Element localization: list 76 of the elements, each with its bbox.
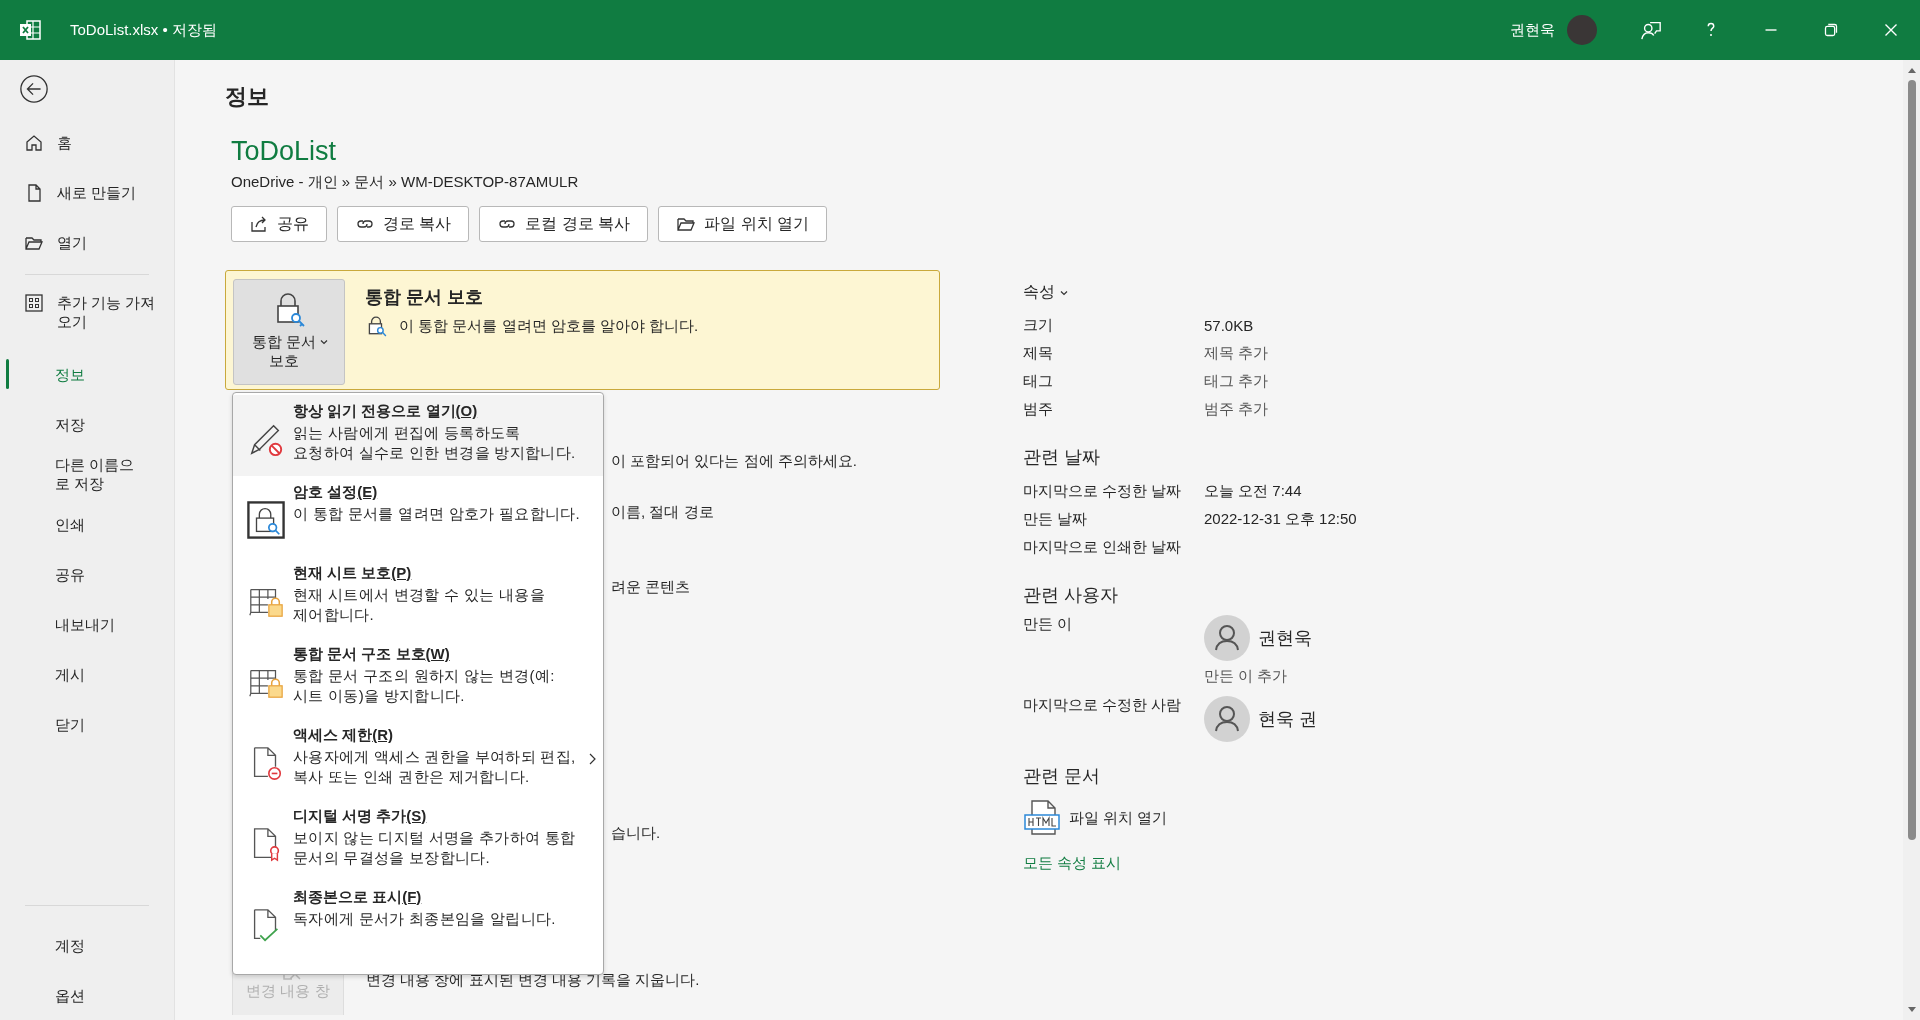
property-label: 마지막으로 인쇄한 날짜 (1023, 537, 1183, 557)
html-file-icon (1023, 798, 1063, 838)
description-text: 이름, 절대 경로 (611, 503, 714, 522)
description-text: 려운 콘텐츠 (611, 578, 691, 597)
protect-workbook-button[interactable]: 통합 문서 보호 (233, 279, 345, 385)
property-field[interactable]: 태그 추가 (1204, 371, 1269, 391)
property-label: 제목 (1023, 343, 1054, 363)
share-icon (249, 214, 269, 234)
scrollbar-thumb[interactable] (1907, 80, 1916, 840)
page-title: 정보 (225, 83, 270, 111)
person-avatar-icon (1204, 615, 1250, 661)
sidebar-item[interactable]: 다른 이름으로 저장 (0, 449, 174, 499)
action-button[interactable]: 경로 복사 (337, 206, 470, 242)
sidebar-item[interactable]: 새로 만들기 (0, 168, 174, 218)
menu-item[interactable]: 액세스 제한(R) 사용자에게 액세스 권한을 부여하되 편집, 복사 또는 인쇄 권한은 제거합니다. (233, 719, 603, 800)
person-avatar-icon (1204, 696, 1250, 742)
document-name: ToDoList (231, 136, 338, 167)
section-heading: 관련 문서 (1023, 765, 1101, 788)
description-text: 이 포함되어 있다는 점에 주의하세요. (611, 452, 857, 471)
property-label: 크기 (1023, 315, 1054, 335)
window-title: ToDoList.xlsx • 저장됨 (70, 20, 217, 40)
description-text: 습니다. (611, 824, 661, 843)
add-author-field[interactable]: 만든 이 추가 (1204, 667, 1312, 686)
property-field[interactable]: 범주 추가 (1204, 399, 1269, 419)
properties-heading[interactable]: 속성 (1023, 282, 1473, 303)
property-value: 오늘 오전 7:44 (1204, 481, 1302, 501)
grid-icon (24, 293, 44, 313)
feedback-icon[interactable] (1640, 19, 1662, 41)
home-icon (24, 133, 44, 153)
menu-item[interactable]: 통합 문서 구조 보호(W) 통합 문서 구조의 원하지 않는 변경(예: 시트 이동)을 방지합니다. (233, 638, 603, 719)
sidebar-item[interactable]: 계정 (0, 920, 174, 970)
sidebar-item[interactable]: 저장 (0, 399, 174, 449)
user-name[interactable]: 권현욱 (1510, 20, 1555, 40)
open-file-location-link[interactable]: 파일 위치 열기 (1069, 808, 1168, 828)
menu-item[interactable]: 현재 시트 보호(P) 현재 시트에서 변경할 수 있는 내용을 제어합니다. (233, 557, 603, 638)
property-label: 범주 (1023, 399, 1054, 419)
property-label: 만든 날짜 (1023, 509, 1089, 529)
lock-key-icon (247, 501, 285, 539)
action-button[interactable]: 공유 (231, 206, 327, 242)
property-value: 2022-12-31 오후 12:50 (1204, 509, 1357, 529)
sidebar-item[interactable]: 열기 (0, 218, 174, 268)
show-all-properties-link[interactable]: 모든 속성 표시 (1023, 854, 1473, 873)
section-heading: 관련 날짜 (1023, 446, 1101, 469)
sidebar-item[interactable]: 추가 기능 가져오기 (0, 281, 174, 349)
scroll-down-icon[interactable] (1906, 1006, 1917, 1014)
back-icon[interactable] (19, 74, 49, 104)
menu-item[interactable]: 디지털 서명 추가(S) 보이지 않는 디지털 서명을 추가하여 통합 문서의 무결성을 보장합니다. (233, 800, 603, 881)
chevron-right-icon (587, 751, 597, 767)
sidebar-item[interactable]: 내보내기 (0, 599, 174, 649)
protection-title: 통합 문서 보호 (365, 286, 484, 309)
chevron-down-icon (319, 337, 329, 347)
sidebar-item[interactable]: 공유 (0, 549, 174, 599)
sidebar-item[interactable]: 홈 (0, 118, 174, 168)
property-label: 태그 (1023, 371, 1054, 391)
scrollbar[interactable] (1903, 60, 1920, 1020)
menu-item[interactable]: 항상 읽기 전용으로 열기(O) 읽는 사람에게 편집에 등록하도록 요청하여 실수로 인한 변경을 방지합니다. (233, 395, 603, 476)
property-field[interactable]: 제목 추가 (1204, 343, 1269, 363)
sidebar-item[interactable]: 닫기 (0, 699, 174, 749)
property-label: 마지막으로 수정한 사람 (1023, 696, 1183, 715)
person-name[interactable]: 권현욱 (1258, 626, 1312, 650)
section-heading: 관련 사용자 (1023, 584, 1119, 607)
protection-message: 이 통합 문서를 열려면 암호를 알아야 합니다. (399, 316, 699, 336)
sidebar-item[interactable]: 정보 (0, 349, 174, 399)
menu-item[interactable]: 암호 설정(E) 이 통합 문서를 열려면 암호가 필요합니다. (233, 476, 603, 557)
sidebar-item[interactable]: 인쇄 (0, 499, 174, 549)
person-name[interactable]: 현욱 권 (1258, 707, 1317, 731)
action-button[interactable]: 파일 위치 열기 (658, 206, 828, 242)
document-path: OneDrive - 개인 » 문서 » WM-DESKTOP-87AMULR (231, 173, 580, 192)
excel-logo-icon (18, 18, 42, 42)
action-button[interactable]: 로컬 경로 복사 (479, 206, 649, 242)
sidebar-item[interactable]: 옵션 (0, 970, 174, 1020)
property-label: 마지막으로 수정한 날짜 (1023, 481, 1183, 501)
property-value: 57.0KB (1204, 316, 1254, 334)
property-label: 만든 이 (1023, 615, 1074, 634)
scroll-up-icon[interactable] (1906, 66, 1917, 74)
sidebar-item[interactable]: 게시 (0, 649, 174, 699)
